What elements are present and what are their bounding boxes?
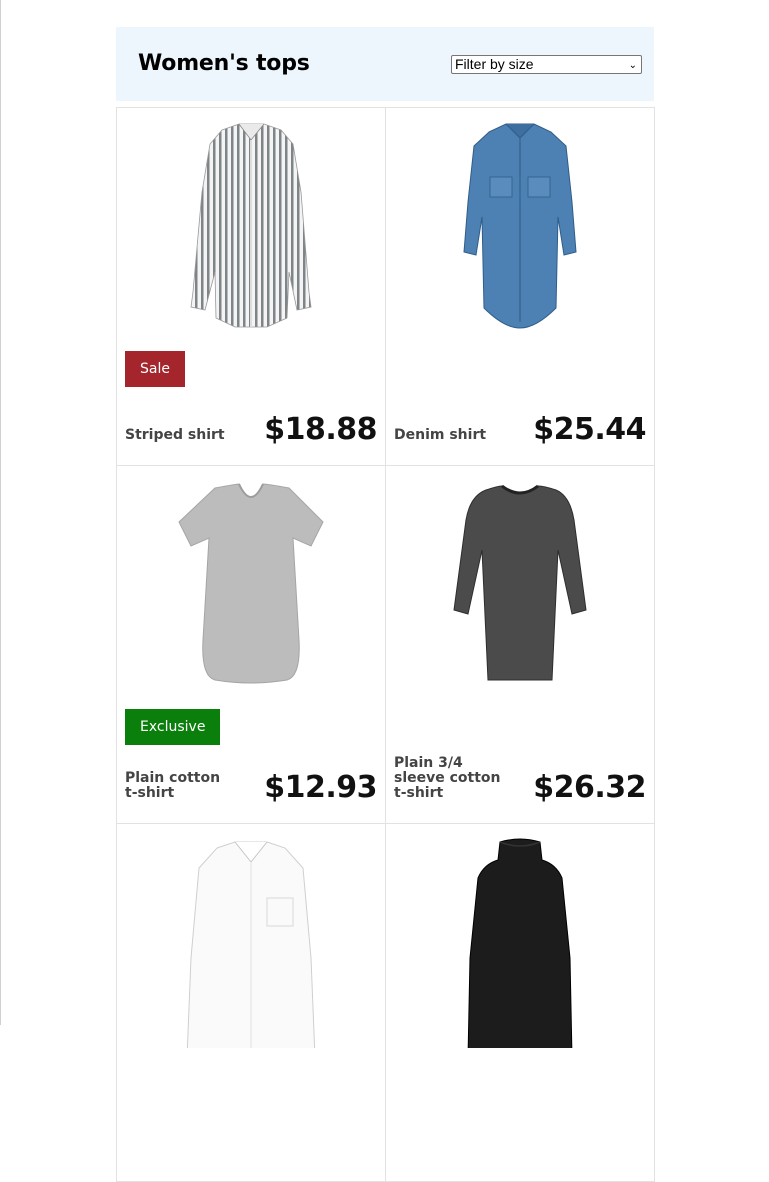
sale-badge: Sale (125, 351, 185, 387)
product-name: Striped shirt (125, 427, 225, 443)
charcoal-longsleeve-icon (453, 484, 587, 681)
striped-shirt-icon (190, 123, 312, 328)
product-price: $12.93 (264, 770, 377, 805)
page-left-border (0, 0, 1, 1025)
product-name: Plain 3/4 sleeve cotton t-shirt (394, 755, 501, 801)
product-price: $18.88 (264, 412, 377, 447)
size-filter-value: Filter by size (455, 56, 534, 72)
white-shirt-icon (186, 841, 316, 1048)
product-name: Plain cotton t-shirt (125, 770, 221, 801)
product-name: Denim shirt (394, 427, 487, 443)
product-card-denim-shirt[interactable]: Denim shirt $25.44 (385, 107, 655, 466)
product-price: $26.32 (533, 770, 646, 805)
gray-tshirt-icon (178, 483, 324, 684)
black-turtleneck-icon (467, 838, 573, 1048)
product-card-striped-shirt[interactable]: Sale Striped shirt $18.88 (116, 107, 386, 466)
page-title: Women's tops (138, 51, 310, 76)
exclusive-badge: Exclusive (125, 709, 221, 745)
product-listing: Women's tops Filter by size ⌄ Sale Strip… (116, 27, 655, 1182)
product-card-plain-cotton-tshirt[interactable]: Exclusive Plain cotton t-shirt $12.93 (116, 465, 386, 824)
listing-header: Women's tops Filter by size ⌄ (116, 27, 654, 101)
size-filter-select[interactable]: Filter by size ⌄ (451, 55, 642, 74)
denim-shirt-icon (463, 123, 577, 329)
product-price: $25.44 (533, 412, 646, 447)
product-card-black-turtleneck[interactable] (385, 823, 655, 1182)
product-card-white-shirt[interactable] (116, 823, 386, 1182)
chevron-down-icon: ⌄ (628, 60, 637, 71)
product-grid: Sale Striped shirt $18.88 Denim shirt $2… (116, 107, 655, 1182)
product-card-three-quarter-sleeve-tshirt[interactable]: Plain 3/4 sleeve cotton t-shirt $26.32 (385, 465, 655, 824)
